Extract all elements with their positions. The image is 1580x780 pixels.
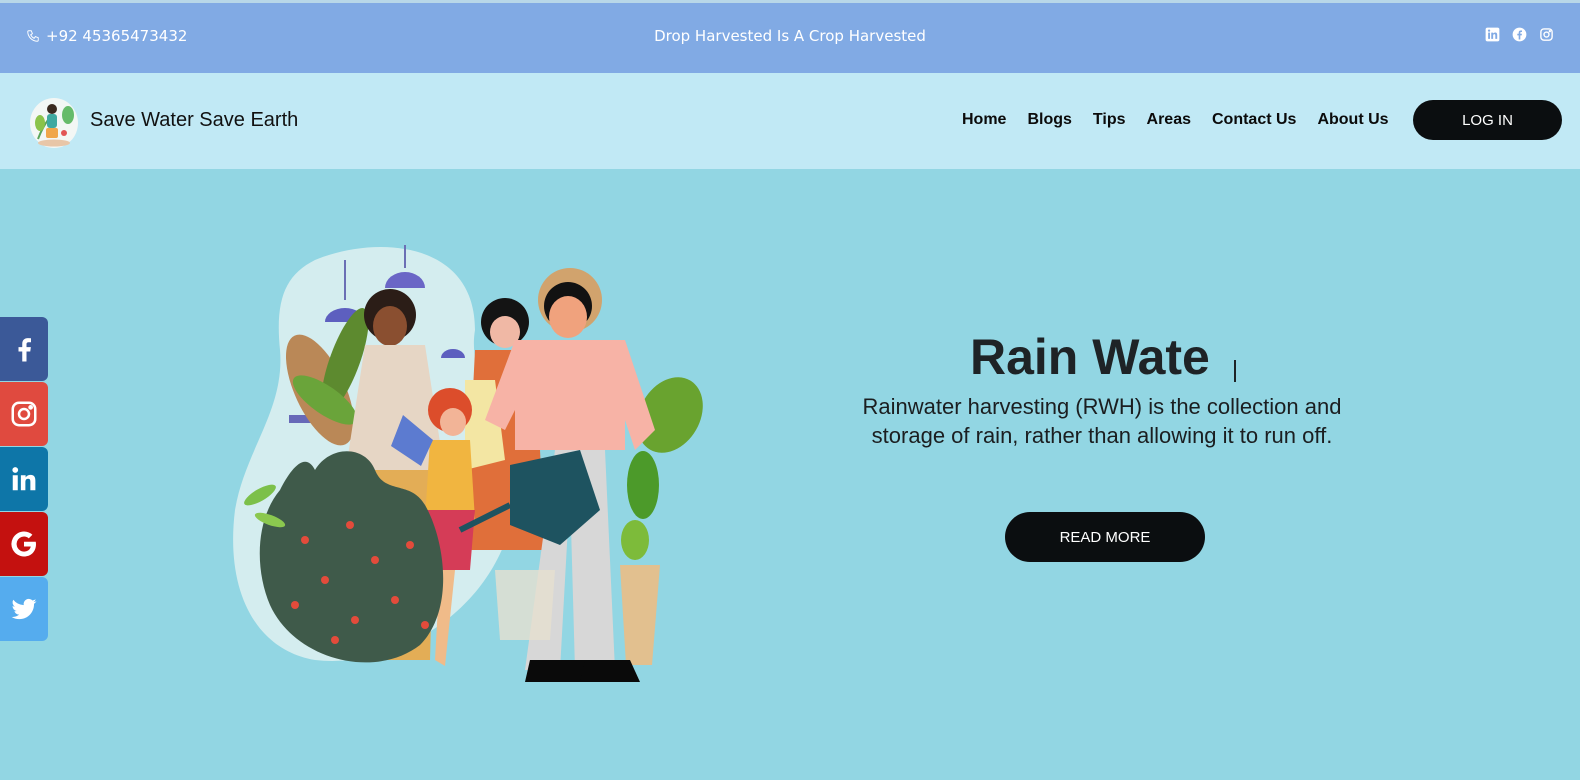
hero-title: Rain Wate [970,329,1210,385]
phone-icon [27,30,39,42]
read-more-button[interactable]: READ MORE [1005,512,1205,562]
side-linkedin-button[interactable] [0,447,48,511]
side-instagram-button[interactable] [0,382,48,446]
nav-areas[interactable]: Areas [1147,111,1191,129]
nav-tips[interactable]: Tips [1093,111,1126,129]
facebook-icon[interactable] [1512,27,1527,42]
facebook-icon [18,338,31,362]
top-social-links [1485,27,1554,42]
google-icon [11,531,36,557]
linkedin-icon[interactable] [1485,27,1500,42]
login-button[interactable]: LOG IN [1413,100,1562,140]
nav-home[interactable]: Home [962,111,1006,129]
linkedin-icon [12,467,36,491]
hero-illustration [233,245,703,682]
brand-name[interactable]: Save Water Save Earth [90,109,298,132]
phone-contact[interactable]: +92 45365473432 [26,27,187,45]
phone-number: +92 45365473432 [46,27,188,45]
twitter-icon [11,598,37,620]
typing-cursor [1234,360,1236,382]
side-facebook-button[interactable] [0,317,48,381]
nav-blogs[interactable]: Blogs [1027,111,1071,129]
top-info-bar: +92 45365473432 Drop Harvested Is A Crop… [0,3,1580,73]
nav-contact-us[interactable]: Contact Us [1212,111,1296,129]
side-twitter-button[interactable] [0,577,48,641]
brand-logo[interactable] [28,93,80,149]
main-navbar: Save Water Save Earth Home Blogs Tips Ar… [0,73,1580,169]
nav-menu: Home Blogs Tips Areas Contact Us About U… [962,111,1389,129]
side-social-bar [0,317,48,642]
instagram-icon [11,401,37,427]
side-google-button[interactable] [0,512,48,576]
instagram-icon[interactable] [1539,27,1554,42]
hero-description: Rainwater harvesting (RWH) is the collec… [862,394,1342,448]
nav-about-us[interactable]: About Us [1317,111,1388,129]
tagline: Drop Harvested Is A Crop Harvested [654,27,926,45]
